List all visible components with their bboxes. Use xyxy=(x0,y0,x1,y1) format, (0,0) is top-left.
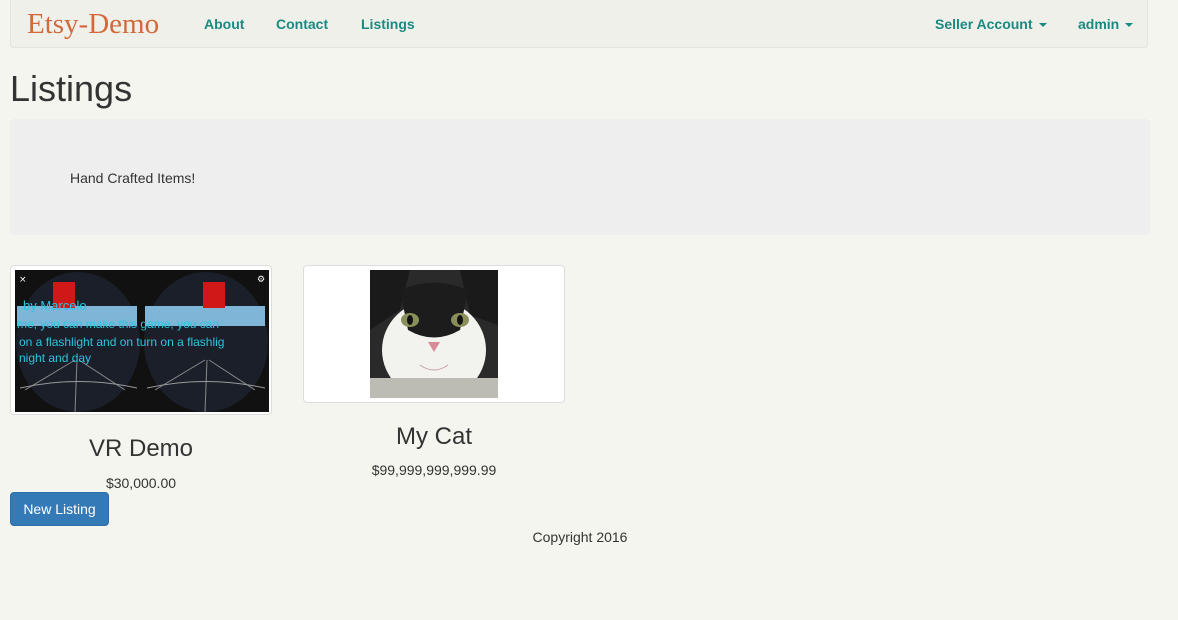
vr-image-text-line1: by Marcelo xyxy=(23,298,87,313)
listing-price-vr-demo: $30,000.00 xyxy=(105,475,177,491)
listing-thumbnail-vr-demo[interactable]: by Marcelo me, you can make this game, y… xyxy=(10,265,272,415)
nav-link-listings[interactable]: Listings xyxy=(361,15,415,33)
tagline: Hand Crafted Items! xyxy=(70,170,196,186)
listing-thumbnail-my-cat[interactable] xyxy=(303,265,565,403)
navbar: Etsy-Demo About Contact Listings Seller … xyxy=(10,0,1148,48)
nav-link-about[interactable]: About xyxy=(204,15,244,33)
brand-logo-link[interactable]: Etsy-Demo xyxy=(27,6,159,42)
listing-title-my-cat[interactable]: My Cat xyxy=(303,422,565,452)
my-cat-image xyxy=(370,270,498,398)
svg-text:×: × xyxy=(19,275,27,285)
listing-title-vr-demo[interactable]: VR Demo xyxy=(10,434,272,464)
jumbotron: Hand Crafted Items! xyxy=(10,119,1150,235)
listing-price-my-cat: $99,999,999,999.99 xyxy=(371,462,497,478)
user-label: admin xyxy=(1078,16,1120,32)
svg-text:⚙: ⚙ xyxy=(257,275,265,285)
page-title: Listings xyxy=(10,68,133,109)
footer-copyright: Copyright 2016 xyxy=(532,529,628,545)
seller-account-label: Seller Account xyxy=(935,16,1033,32)
seller-account-dropdown[interactable]: Seller Account xyxy=(935,15,1047,33)
user-dropdown[interactable]: admin xyxy=(1078,15,1134,33)
caret-down-icon xyxy=(1038,23,1047,28)
vr-demo-image: by Marcelo me, you can make this game, y… xyxy=(15,270,269,412)
caret-down-icon xyxy=(1125,23,1134,28)
vr-image-text-line3: on a flashlight and on turn on a flashli… xyxy=(19,335,224,349)
vr-image-text-line2: me, you can make this game, you can xyxy=(17,317,219,331)
vr-image-text-line4: night and day xyxy=(19,351,91,365)
nav-link-contact[interactable]: Contact xyxy=(276,15,328,33)
new-listing-button[interactable]: New Listing xyxy=(10,492,109,526)
